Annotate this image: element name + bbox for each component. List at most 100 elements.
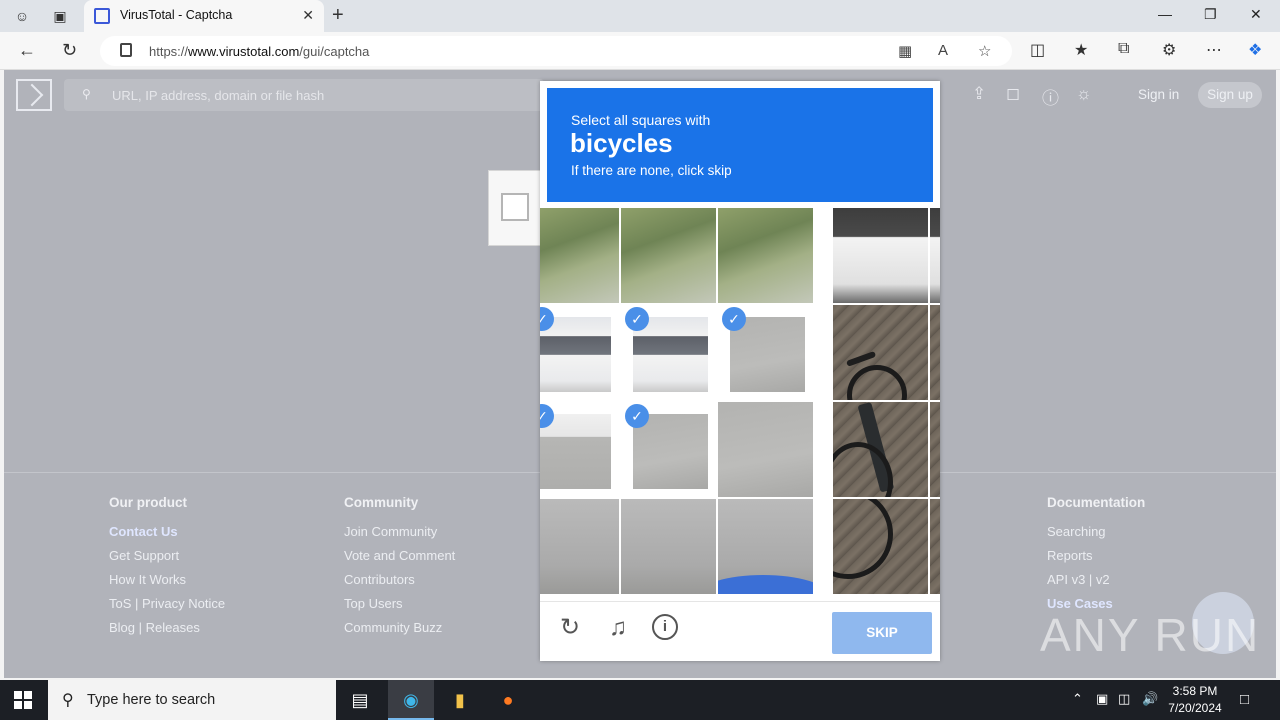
- split-screen-icon[interactable]: ◫: [1030, 40, 1045, 60]
- footer-link[interactable]: Contact Us: [109, 524, 225, 548]
- captcha-prompt: Select all squares with bicycles If ther…: [547, 88, 933, 202]
- search-placeholder: URL, IP address, domain or file hash: [112, 88, 325, 103]
- tab-virustotal[interactable]: VirusTotal - Captcha ✕: [84, 0, 324, 32]
- search-icon: ⚲: [62, 692, 74, 709]
- tile-image: [540, 414, 611, 489]
- windows-start-icon[interactable]: [14, 691, 32, 709]
- captcha-footer: ↻ ♫ i SKIP: [540, 601, 940, 661]
- captcha-tile[interactable]: [930, 402, 940, 497]
- url-field[interactable]: https://www.virustotal.com/gui/captcha ▦…: [100, 36, 1012, 66]
- footer-link[interactable]: Blog | Releases: [109, 620, 225, 644]
- footer-link[interactable]: How It Works: [109, 572, 225, 596]
- favorite-star-icon[interactable]: ☆: [978, 42, 991, 60]
- profile-icon[interactable]: ☺: [12, 6, 32, 26]
- new-tab-icon[interactable]: +: [332, 4, 344, 27]
- volume-icon[interactable]: 🔊: [1142, 691, 1158, 707]
- url-text: https://www.virustotal.com/gui/captcha: [149, 44, 370, 59]
- bicycle-wheel: [833, 499, 893, 579]
- copilot-icon[interactable]: ❖: [1248, 40, 1262, 60]
- minimize-icon[interactable]: —: [1158, 6, 1172, 22]
- tray-device-icon[interactable]: ▣: [1096, 691, 1108, 707]
- file-explorer-icon[interactable]: ▮: [448, 688, 472, 712]
- sign-up-button[interactable]: Sign up: [1198, 82, 1262, 108]
- more-menu-icon[interactable]: ⋯: [1206, 40, 1222, 60]
- footer-link[interactable]: ToS | Privacy Notice: [109, 596, 225, 620]
- help-icon[interactable]: ⓘ: [1042, 84, 1059, 109]
- captcha-tile-selected[interactable]: ✓: [540, 305, 619, 400]
- app-available-icon[interactable]: ▦: [898, 42, 912, 60]
- system-clock[interactable]: 3:58 PM 7/20/2024: [1158, 683, 1232, 717]
- footer-column-community: Community Join Community Vote and Commen…: [344, 495, 455, 644]
- tray-overflow-icon[interactable]: ⌃: [1072, 691, 1083, 707]
- footer-link[interactable]: Reports: [1047, 548, 1145, 572]
- footer-column-documentation: Documentation Searching Reports API v3 |…: [1047, 495, 1145, 620]
- footer-link[interactable]: Community Buzz: [344, 620, 455, 644]
- captcha-tile[interactable]: [718, 499, 813, 594]
- maximize-icon[interactable]: ❐: [1204, 6, 1217, 23]
- check-icon: ✓: [625, 307, 649, 331]
- captcha-tile[interactable]: [540, 208, 619, 303]
- audio-challenge-icon[interactable]: ♫: [604, 614, 632, 642]
- refresh-icon[interactable]: ↻: [62, 40, 77, 61]
- taskbar-search-input[interactable]: ⚲ Type here to search: [48, 680, 336, 720]
- notifications-icon[interactable]: ◻: [1006, 84, 1020, 104]
- collections-icon[interactable]: ⧉: [1118, 40, 1129, 58]
- footer-link[interactable]: Get Support: [109, 548, 225, 572]
- captcha-challenge-dialog: Select all squares with bicycles If ther…: [540, 81, 940, 661]
- captcha-tile[interactable]: [833, 305, 928, 400]
- captcha-tile[interactable]: [833, 499, 928, 594]
- captcha-checkbox[interactable]: [501, 193, 529, 221]
- footer-link[interactable]: Join Community: [344, 524, 455, 548]
- virustotal-logo-icon[interactable]: [16, 79, 52, 111]
- back-icon[interactable]: ←: [18, 40, 36, 61]
- captcha-tile-selected[interactable]: ✓: [540, 402, 619, 497]
- task-view-icon[interactable]: ▤: [348, 688, 372, 712]
- captcha-tile[interactable]: [540, 499, 619, 594]
- virustotal-favicon: [94, 8, 110, 24]
- prompt-instruction: Select all squares with: [571, 112, 711, 128]
- captcha-tile[interactable]: [621, 208, 716, 303]
- firefox-icon[interactable]: ●: [496, 688, 520, 712]
- edge-taskbar-button[interactable]: ◉: [388, 680, 434, 720]
- taskbar-search-placeholder: Type here to search: [87, 692, 216, 708]
- network-icon[interactable]: ◫: [1118, 691, 1130, 707]
- tab-actions-icon[interactable]: ▣: [50, 6, 70, 26]
- extensions-icon[interactable]: ⚙: [1162, 40, 1176, 60]
- captcha-checkbox-widget: [488, 170, 548, 246]
- search-icon: ⚲: [82, 87, 91, 101]
- footer-link[interactable]: Vote and Comment: [344, 548, 455, 572]
- captcha-tile[interactable]: [833, 402, 928, 497]
- tile-image: [540, 317, 611, 392]
- footer-heading: Documentation: [1047, 495, 1146, 510]
- search-input[interactable]: ⚲ URL, IP address, domain or file hash: [64, 79, 544, 111]
- anyrun-watermark: ANY RUN: [1040, 609, 1261, 661]
- captcha-tile[interactable]: [833, 208, 928, 303]
- captcha-tile[interactable]: [930, 305, 940, 400]
- skip-button[interactable]: SKIP: [832, 612, 932, 654]
- notifications-center-icon[interactable]: □: [1240, 691, 1249, 708]
- close-window-icon[interactable]: ✕: [1250, 6, 1262, 23]
- sign-in-link[interactable]: Sign in: [1138, 87, 1179, 102]
- footer-link[interactable]: Top Users: [344, 596, 455, 620]
- close-tab-icon[interactable]: ✕: [302, 7, 314, 24]
- footer-link[interactable]: API v3 | v2: [1047, 572, 1145, 596]
- upload-icon[interactable]: ⇪: [972, 84, 986, 104]
- captcha-tile-selected[interactable]: ✓: [621, 402, 716, 497]
- captcha-tile[interactable]: [930, 499, 940, 594]
- info-icon[interactable]: i: [652, 614, 678, 640]
- captcha-tile-selected[interactable]: ✓: [718, 305, 813, 400]
- footer-link[interactable]: Contributors: [344, 572, 455, 596]
- read-aloud-icon[interactable]: A: [938, 42, 948, 59]
- captcha-tile[interactable]: [718, 208, 813, 303]
- captcha-tile[interactable]: [621, 499, 716, 594]
- theme-toggle-icon[interactable]: ☼: [1076, 84, 1092, 104]
- captcha-tile-selected[interactable]: ✓: [621, 305, 716, 400]
- captcha-tile[interactable]: [718, 402, 813, 497]
- refresh-challenge-icon[interactable]: ↻: [556, 614, 584, 642]
- footer-link[interactable]: Searching: [1047, 524, 1145, 548]
- captcha-tile[interactable]: [930, 208, 940, 303]
- favorites-icon[interactable]: ★: [1074, 40, 1088, 60]
- address-bar-row: ← ↻ https://www.virustotal.com/gui/captc…: [0, 32, 1280, 70]
- prompt-target: bicycles: [570, 128, 673, 158]
- check-icon: ✓: [722, 307, 746, 331]
